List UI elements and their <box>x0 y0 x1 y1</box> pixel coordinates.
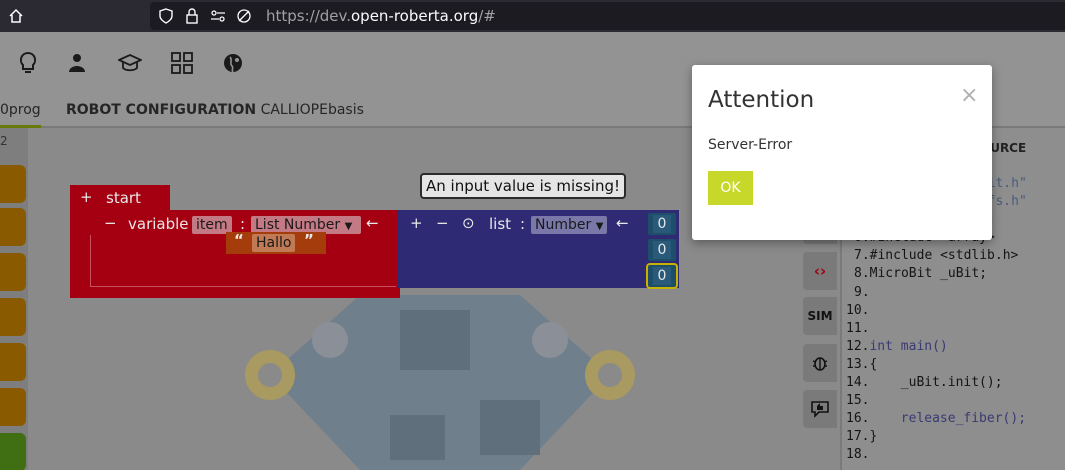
code-line: 12.int main() <box>846 339 948 354</box>
code-line: 11. <box>846 321 870 336</box>
close-quote-icon: ” <box>304 231 314 249</box>
list-label: list <box>489 215 512 233</box>
grid-icon[interactable] <box>169 50 195 76</box>
toolbox-category[interactable] <box>0 388 26 426</box>
list-type-dropdown[interactable]: Number ▼ <box>531 216 608 234</box>
tab-program[interactable]: 0prog <box>0 102 41 128</box>
sim-button[interactable]: SIM <box>803 297 837 335</box>
start-block[interactable]: + start <box>70 185 170 213</box>
code-line: 7.#include <stdlib.h> <box>854 248 1019 263</box>
url-domain: open-roberta.org <box>351 7 479 25</box>
feedback-icon[interactable] <box>803 390 837 428</box>
code-line: 15. <box>846 393 870 408</box>
url-text[interactable]: https://dev.open-roberta.org/# <box>266 7 496 25</box>
number-value[interactable]: 0 <box>653 215 671 233</box>
permissions-icon[interactable] <box>210 8 226 24</box>
close-icon[interactable]: × <box>960 83 978 108</box>
list-arrow-icon: ← <box>616 214 629 232</box>
dropdown-arrow-icon: ▼ <box>595 221 604 232</box>
screen: https://dev.open-roberta.org/# 0prog ROB… <box>0 0 1065 470</box>
number-value[interactable]: 0 <box>653 241 671 259</box>
tab-config-name: CALLIOPEbasis <box>260 102 364 118</box>
number-block[interactable]: 0 <box>648 239 676 261</box>
home-icon[interactable] <box>4 4 28 28</box>
dialog-message: Server-Error <box>708 137 793 153</box>
debug-bug-icon[interactable] <box>803 344 837 382</box>
toolbox-category[interactable] <box>0 343 26 381</box>
tracking-blocked-icon[interactable] <box>236 8 252 24</box>
code-line: 9. <box>854 285 870 300</box>
code-line: 14. _uBit.init(); <box>846 375 1003 390</box>
shield-icon[interactable] <box>158 8 174 24</box>
code-line: 8.MicroBit _uBit; <box>854 266 988 281</box>
start-label: start <box>106 189 141 207</box>
assign-arrow-icon: ← <box>366 214 379 232</box>
number-value[interactable]: 0 <box>653 267 671 285</box>
string-block[interactable]: “ Hallo ” <box>226 231 326 254</box>
user-icon[interactable] <box>64 50 90 76</box>
url-prefix: https://dev. <box>266 7 351 25</box>
number-block-selected[interactable]: 0 <box>646 263 678 289</box>
toolbox-number: 2 <box>0 134 8 148</box>
code-line: 18. <box>846 447 870 462</box>
calliope-board-illustration <box>245 295 635 470</box>
code-line: 10. <box>846 303 870 318</box>
code-line: 17.} <box>846 429 878 444</box>
list-colon: : <box>520 215 526 233</box>
tab-robot-configuration[interactable]: ROBOT CONFIGURATION CALLIOPEbasis <box>66 102 364 118</box>
toolbox-category[interactable] <box>0 253 26 291</box>
start-plus-icon[interactable]: + <box>80 188 93 206</box>
tab-config-label: ROBOT CONFIGURATION <box>66 102 257 118</box>
toolbox-category[interactable] <box>0 433 26 470</box>
attention-dialog: Attention × Server-Error OK <box>692 65 992 240</box>
list-type-value: Number <box>535 217 592 233</box>
lock-icon[interactable] <box>184 8 200 24</box>
variable-type-value: List Number <box>255 217 341 233</box>
list-plus-icon[interactable]: + <box>410 214 423 232</box>
variable-minus-icon[interactable]: − <box>104 214 117 232</box>
ok-button[interactable]: OK <box>708 171 753 205</box>
open-quote-icon: “ <box>234 231 244 249</box>
variable-label: variable <box>128 215 189 233</box>
code-view-icon[interactable]: ‹› <box>803 252 837 290</box>
warning-icon[interactable]: ⊙ <box>462 214 475 232</box>
url-suffix: /# <box>478 7 496 25</box>
toolbox-category[interactable] <box>0 208 26 246</box>
lightbulb-icon[interactable] <box>15 50 41 76</box>
browser-toolbar: https://dev.open-roberta.org/# <box>0 0 1065 32</box>
code-line: 13.{ <box>846 357 878 372</box>
missing-input-tooltip: An input value is missing! <box>420 173 626 199</box>
toolbox-category[interactable] <box>0 298 26 336</box>
url-bar[interactable]: https://dev.open-roberta.org/# <box>150 2 1065 30</box>
number-block[interactable]: 0 <box>648 213 676 235</box>
globe-icon[interactable] <box>220 50 246 76</box>
list-minus-icon[interactable]: − <box>436 214 449 232</box>
dropdown-arrow-icon: ▼ <box>344 221 353 232</box>
dialog-title: Attention <box>708 87 815 113</box>
toolbox-category[interactable] <box>0 165 26 203</box>
string-value-field[interactable]: Hallo <box>252 234 296 252</box>
code-line: 16. release_fiber(); <box>846 411 1027 426</box>
graduation-cap-icon[interactable] <box>117 50 143 76</box>
